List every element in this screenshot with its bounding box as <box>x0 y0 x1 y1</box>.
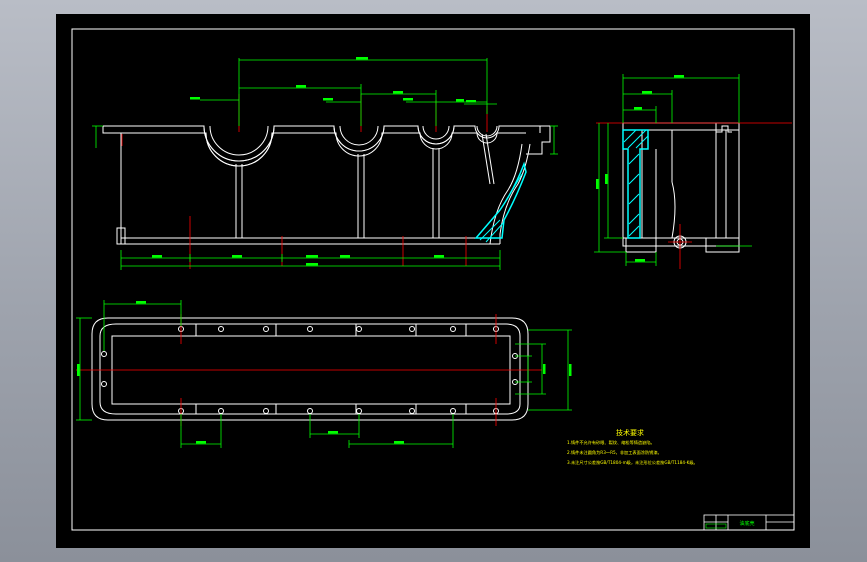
side-view-section-hatch <box>622 129 649 239</box>
tech-requirements-line-1: 1.铸件不允许有砂眼、裂纹、缩松等铸造缺陷。 <box>567 439 655 446</box>
sheet-border <box>71 28 795 531</box>
top-view-dimension-text <box>77 301 572 444</box>
side-view-dimensions <box>594 74 752 266</box>
front-view <box>102 125 551 245</box>
tech-requirements-line-2: 2.铸件未注圆角为R3～R5，非加工表面涂防锈漆。 <box>567 449 662 456</box>
title-block-name: 油底壳 <box>739 520 754 527</box>
tech-requirements-line-3: 3.未注尺寸公差按GB/T1804-m级，未注形位公差按GB/T1184-K级。 <box>567 459 698 466</box>
side-view-centerlines <box>596 122 792 269</box>
tech-requirements-title: 技术要求 <box>616 428 644 437</box>
cad-drawing-viewport[interactable]: 技术要求 1.铸件不允许有砂眼、裂纹、缩松等铸造缺陷。 2.铸件未注圆角为R3～… <box>56 14 810 548</box>
top-view <box>91 317 529 421</box>
drawing-sheet: 技术要求 1.铸件不允许有砂眼、裂纹、缩松等铸造缺陷。 2.铸件未注圆角为R3～… <box>71 28 795 531</box>
front-view-centerlines <box>121 94 488 269</box>
top-view-dimensions <box>76 300 572 448</box>
